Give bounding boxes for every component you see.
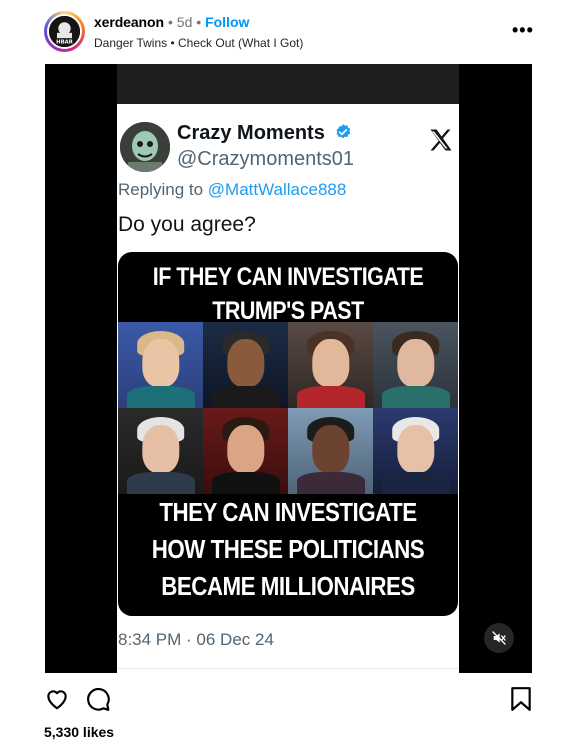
politician-photo	[118, 408, 203, 494]
heart-icon[interactable]	[44, 686, 70, 712]
avatar[interactable]: HBAR	[47, 14, 82, 49]
muted-speaker-icon	[492, 631, 506, 645]
politician-photo	[373, 408, 458, 494]
politician-photo	[203, 408, 288, 494]
video-player[interactable]: Crazy Moments @Crazymoments01 Replying t…	[45, 64, 532, 673]
username[interactable]: xerdeanon	[94, 14, 164, 30]
tweet-body: Do you agree?	[118, 213, 256, 236]
display-name-text: Crazy Moments	[177, 122, 325, 144]
tweet-top-bar	[117, 64, 459, 104]
politician-photo	[118, 322, 203, 408]
follow-button[interactable]: Follow	[205, 14, 249, 30]
avatar-text: HBAR	[56, 39, 73, 45]
tweet-handle: @Crazymoments01	[177, 148, 355, 170]
audio-track[interactable]: Danger Twins • Check Out (What I Got)	[94, 36, 303, 50]
bookmark-icon[interactable]	[510, 686, 532, 712]
meme-bottom-line-3: BECAME MILLIONAIRES	[161, 571, 415, 601]
comment-icon[interactable]	[85, 686, 111, 712]
meme-top-line-1: IF THEY CAN INVESTIGATE	[152, 263, 424, 291]
politician-photo	[288, 322, 373, 408]
meme-image: IF THEY CAN INVESTIGATE TRUMP'S PAST FIN…	[118, 252, 458, 616]
tweet-display-name: Crazy Moments	[177, 122, 352, 145]
meme-bottom-line-2: HOW THESE POLITICIANS	[151, 534, 425, 564]
post-header: HBAR xerdeanon • 5d • Follow Danger Twin…	[0, 0, 588, 64]
tweet-timestamp: 8:34 PM · 06 Dec 24	[118, 630, 274, 649]
tweet-avatar	[120, 122, 170, 172]
politician-photo	[203, 322, 288, 408]
tweet-divider	[117, 668, 459, 669]
meta-separator: •	[168, 14, 173, 30]
story-ring[interactable]: HBAR	[44, 11, 85, 52]
politician-photo	[288, 408, 373, 494]
mute-button[interactable]	[484, 623, 514, 653]
replying-mention: @MattWallace888	[207, 180, 347, 199]
politician-photo-grid	[118, 322, 458, 494]
likes-count[interactable]: 5,330 likes	[44, 724, 114, 740]
x-logo-icon	[430, 129, 452, 151]
replying-to: Replying to @MattWallace888	[118, 180, 346, 200]
post-age: 5d	[176, 14, 193, 30]
meme-bottom-text: THEY CAN INVESTIGATE HOW THESE POLITICIA…	[142, 494, 434, 605]
post-meta: • 5d • Follow	[168, 14, 249, 30]
verified-badge-icon	[336, 124, 351, 139]
more-options-icon[interactable]: •••	[512, 20, 534, 41]
replying-prefix: Replying to	[118, 180, 204, 199]
meme-bottom-line-1: THEY CAN INVESTIGATE	[159, 497, 417, 527]
tweet-card: Crazy Moments @Crazymoments01 Replying t…	[117, 64, 459, 673]
politician-photo	[373, 322, 458, 408]
meta-separator: •	[196, 14, 202, 30]
